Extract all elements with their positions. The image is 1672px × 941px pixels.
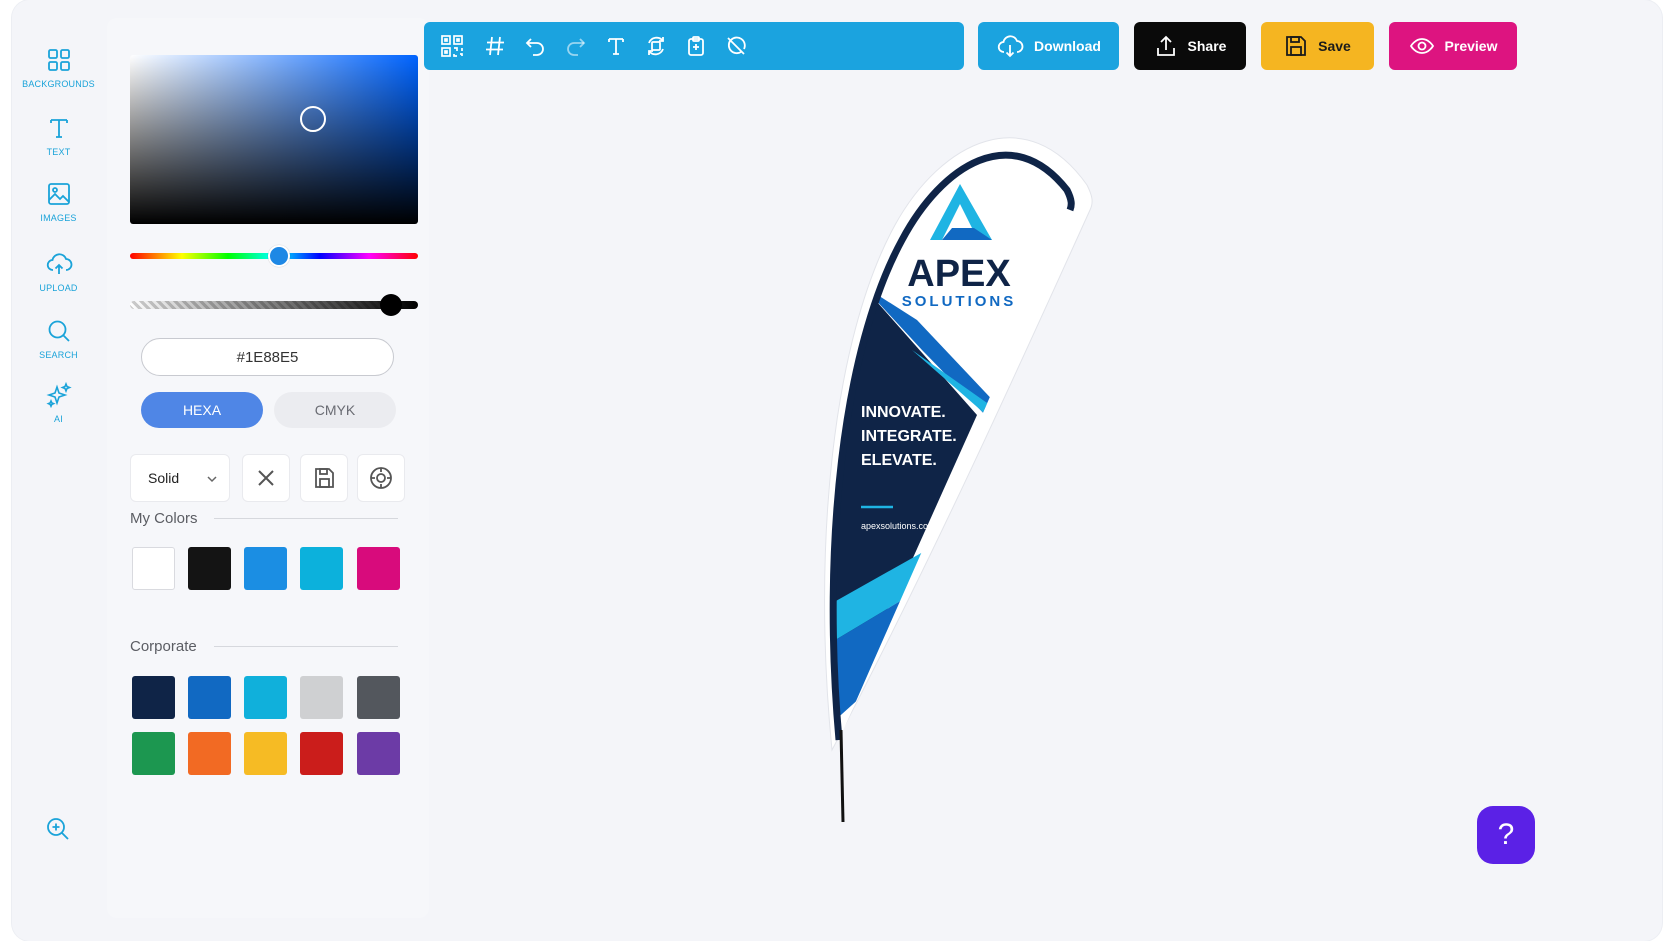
rail-item-upload[interactable]: UPLOAD [12, 250, 105, 293]
flag-website: apexsolutions.com [861, 521, 936, 531]
mode-cmyk-button[interactable]: CMYK [274, 392, 396, 428]
swatch-white[interactable] [132, 547, 175, 590]
swatch-red[interactable] [300, 732, 343, 775]
qr-code-button[interactable] [439, 33, 465, 59]
fill-type-select[interactable]: Solid [130, 454, 230, 502]
text-icon [49, 119, 68, 138]
rail-item-backgrounds[interactable]: BACKGROUNDS [12, 46, 105, 89]
swatch-royal-blue[interactable] [188, 676, 231, 719]
preview-label: Preview [1444, 38, 1498, 54]
swatch-dark-gray[interactable] [357, 676, 400, 719]
fill-type-value: Solid [148, 470, 180, 486]
swatch-blue[interactable] [244, 547, 287, 590]
swatch-purple[interactable] [357, 732, 400, 775]
hide-button[interactable] [723, 33, 749, 59]
rail-item-images[interactable]: IMAGES [12, 180, 105, 223]
close-icon [258, 470, 274, 486]
save-color-button[interactable] [300, 454, 348, 502]
search-icon [48, 320, 70, 342]
flag-tagline-3: ELEVATE. [861, 452, 937, 469]
save-button[interactable]: Save [1261, 22, 1374, 70]
color-picker-panel: HEXA CMYK Solid My Colors Corporate [107, 18, 429, 918]
swatch-cyan[interactable] [300, 547, 343, 590]
save-icon [315, 468, 334, 488]
hide-icon [727, 36, 746, 55]
corporate-divider [214, 646, 398, 647]
my-colors-divider [214, 518, 398, 519]
teardrop-flag-design[interactable]: APEX SOLUTIONS INNOVATE. INTEGRATE. ELEV… [802, 100, 1122, 840]
app-window: BACKGROUNDS TEXT IMAGES UPLOAD SEARCH AI… [12, 0, 1662, 941]
grid-icon [47, 49, 70, 71]
rail-label-images: IMAGES [40, 213, 77, 223]
save-label: Save [1318, 38, 1351, 54]
rail-item-text[interactable]: TEXT [12, 114, 105, 157]
share-label: Share [1187, 38, 1227, 54]
eyedropper-button[interactable] [357, 454, 405, 502]
clipboard-icon [688, 36, 704, 56]
hue-slider-handle[interactable] [268, 245, 290, 267]
swatch-navy[interactable] [132, 676, 175, 719]
rail-label-upload: UPLOAD [39, 283, 78, 293]
cloud-upload-icon [46, 253, 72, 274]
preview-button[interactable]: Preview [1389, 22, 1517, 70]
flag-subbrand: SOLUTIONS [902, 293, 1017, 310]
redo-button[interactable] [563, 33, 589, 59]
hex-input[interactable] [141, 338, 394, 376]
grid-hash-icon [486, 36, 504, 56]
clear-color-button[interactable] [242, 454, 290, 502]
corporate-title: Corporate [130, 638, 197, 655]
grid-toggle-button[interactable] [482, 33, 508, 59]
swatch-black[interactable] [188, 547, 231, 590]
sparkles-icon [45, 381, 72, 409]
saturation-value-area[interactable] [130, 55, 418, 224]
rail-label-text: TEXT [46, 147, 71, 157]
opacity-slider-handle[interactable] [380, 294, 402, 316]
undo-icon [525, 38, 544, 56]
hue-slider[interactable] [130, 245, 418, 267]
opacity-slider[interactable] [130, 294, 418, 316]
my-colors-title: My Colors [130, 510, 198, 527]
cloud-download-icon [997, 35, 1024, 58]
saturation-handle[interactable] [300, 106, 326, 132]
rail-item-ai[interactable]: AI [12, 381, 105, 424]
download-button[interactable]: Download [978, 22, 1119, 70]
chevron-down-icon [207, 476, 217, 483]
swatch-yellow[interactable] [244, 732, 287, 775]
help-label: ? [1497, 818, 1515, 851]
redo-icon [567, 38, 586, 56]
image-icon [47, 183, 70, 205]
zoom-in-icon[interactable] [45, 816, 71, 842]
help-button[interactable]: ? [1477, 806, 1535, 864]
save-icon [1286, 36, 1307, 56]
rotate-button[interactable] [643, 33, 669, 59]
clipboard-button[interactable] [683, 33, 709, 59]
flag-tagline-1: INNOVATE. [861, 404, 946, 421]
swatch-light-gray[interactable] [300, 676, 343, 719]
share-upload-icon [1156, 35, 1175, 56]
swatch-magenta[interactable] [357, 547, 400, 590]
swatch-orange[interactable] [188, 732, 231, 775]
eyedropper-icon [370, 467, 392, 489]
text-tool-icon [608, 38, 624, 55]
flag-brand: APEX [907, 253, 1011, 295]
tool-rail: BACKGROUNDS TEXT IMAGES UPLOAD SEARCH AI [12, 0, 105, 941]
rail-label-ai: AI [54, 414, 63, 424]
rotate-icon [648, 36, 664, 56]
qr-code-icon [441, 35, 463, 57]
download-label: Download [1034, 38, 1101, 54]
add-text-button[interactable] [603, 33, 629, 59]
share-button[interactable]: Share [1134, 22, 1246, 70]
swatch-green[interactable] [132, 732, 175, 775]
eye-icon [1409, 38, 1434, 54]
rail-item-search[interactable]: SEARCH [12, 317, 105, 360]
swatch-cyan[interactable] [244, 676, 287, 719]
rail-label-backgrounds: BACKGROUNDS [22, 79, 95, 89]
undo-button[interactable] [522, 33, 548, 59]
rail-label-search: SEARCH [39, 350, 78, 360]
mode-hexa-button[interactable]: HEXA [141, 392, 263, 428]
editor-toolbar [424, 22, 964, 70]
flag-tagline-2: INTEGRATE. [861, 428, 957, 445]
